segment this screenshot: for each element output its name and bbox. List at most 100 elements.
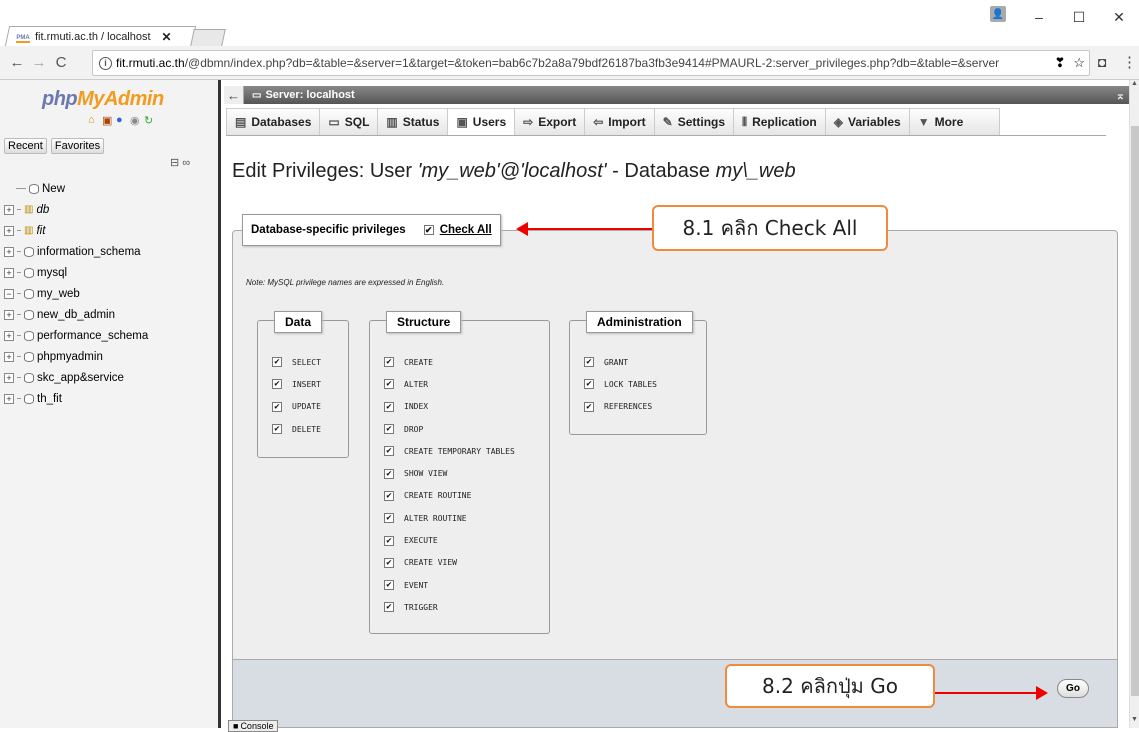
- phpmyadmin-logo[interactable]: phpMyAdmin: [42, 88, 164, 111]
- forward-arrow-icon[interactable]: →: [28, 52, 50, 74]
- privilege-checkbox[interactable]: ✔: [384, 401, 394, 412]
- tree-item[interactable]: + ▥ db: [4, 199, 148, 220]
- reload-nav-icon[interactable]: ↻: [144, 114, 155, 127]
- privilege-row[interactable]: ✔ INDEX: [384, 396, 515, 418]
- tab-more[interactable]: ▼ More: [908, 108, 1001, 136]
- privilege-row[interactable]: ✔ CREATE ROUTINE: [384, 485, 515, 507]
- tree-item[interactable]: + ▥ fit: [4, 220, 148, 241]
- expand-toggle-icon[interactable]: +: [4, 246, 14, 257]
- privilege-checkbox[interactable]: ✔: [272, 379, 282, 390]
- privilege-row[interactable]: ✔ ALTER: [384, 373, 515, 395]
- privilege-checkbox[interactable]: ✔: [272, 424, 282, 435]
- url-field[interactable]: i fit.rmuti.ac.th/@dbmn/index.php?db=&ta…: [92, 50, 1090, 76]
- server-breadcrumb[interactable]: ▭ Server: localhost: [244, 89, 355, 101]
- logout-icon[interactable]: ▣: [102, 114, 113, 127]
- tree-item[interactable]: + mysql: [4, 262, 148, 283]
- check-all-control[interactable]: ✔ Check All: [423, 224, 492, 236]
- privilege-row[interactable]: ✔ CREATE TEMPORARY TABLES: [384, 440, 515, 462]
- check-all-checkbox[interactable]: ✔: [423, 225, 434, 235]
- privilege-checkbox[interactable]: ✔: [384, 602, 394, 613]
- browser-menu-icon[interactable]: ⋮: [1122, 53, 1137, 71]
- tab-replication[interactable]: ⫴ Replication: [733, 108, 825, 136]
- tree-item[interactable]: − my_web: [4, 283, 148, 304]
- tree-item[interactable]: New: [4, 178, 148, 199]
- expand-toggle-icon[interactable]: −: [4, 288, 14, 299]
- home-icon[interactable]: ⌂: [88, 114, 99, 126]
- console-toggle[interactable]: ■ Console: [228, 720, 279, 732]
- check-all-label[interactable]: Check All: [440, 224, 492, 236]
- expand-toggle-icon[interactable]: +: [4, 225, 14, 236]
- tree-item[interactable]: + performance_schema: [4, 325, 148, 346]
- go-button[interactable]: Go: [1057, 679, 1089, 698]
- privilege-checkbox[interactable]: ✔: [384, 379, 394, 390]
- expand-toggle-icon[interactable]: +: [4, 351, 14, 362]
- tree-item[interactable]: + skc_app&service: [4, 367, 148, 388]
- bookmark-star-icon[interactable]: ☆: [1073, 55, 1085, 71]
- privilege-row[interactable]: ✔ GRANT: [584, 351, 657, 373]
- privilege-checkbox[interactable]: ✔: [584, 357, 594, 368]
- privilege-checkbox[interactable]: ✔: [272, 357, 282, 368]
- privilege-row[interactable]: ✔ DELETE: [272, 418, 321, 440]
- privilege-row[interactable]: ✔ CREATE VIEW: [384, 552, 515, 574]
- maximize-icon[interactable]: ☐: [1059, 2, 1099, 32]
- expand-toggle-icon[interactable]: +: [4, 393, 14, 404]
- tab-close-icon[interactable]: ✕: [162, 30, 172, 44]
- browser-tab-content[interactable]: PMA fit.rmuti.ac.th / localhost ✕: [16, 29, 172, 45]
- minimize-icon[interactable]: –: [1019, 2, 1059, 32]
- back-arrow-icon[interactable]: ←: [6, 52, 28, 74]
- reload-icon[interactable]: C: [50, 52, 72, 74]
- recent-button[interactable]: Recent: [4, 138, 47, 154]
- privilege-row[interactable]: ✔ SELECT: [272, 351, 321, 373]
- camera-icon[interactable]: ◘: [1098, 54, 1106, 70]
- privilege-checkbox[interactable]: ✔: [584, 401, 594, 412]
- tree-item[interactable]: + phpmyadmin: [4, 346, 148, 367]
- privilege-checkbox[interactable]: ✔: [384, 468, 394, 479]
- tree-item[interactable]: + information_schema: [4, 241, 148, 262]
- favorites-button[interactable]: Favorites: [50, 138, 105, 154]
- collapse-link-icons[interactable]: ⊟ ∞: [170, 156, 190, 169]
- tree-item[interactable]: + new_db_admin: [4, 304, 148, 325]
- privilege-checkbox[interactable]: ✔: [272, 401, 282, 412]
- privilege-checkbox[interactable]: ✔: [384, 446, 394, 457]
- privilege-checkbox[interactable]: ✔: [384, 490, 394, 501]
- tree-item[interactable]: + th_fit: [4, 388, 148, 409]
- privilege-row[interactable]: ✔ ALTER ROUTINE: [384, 507, 515, 529]
- extension-icon[interactable]: ❣: [1054, 55, 1065, 71]
- privilege-row[interactable]: ✔ EXECUTE: [384, 529, 515, 551]
- scroll-up-icon[interactable]: ▲: [1131, 80, 1138, 87]
- tab-settings[interactable]: ✎ Settings: [653, 108, 734, 136]
- expand-toggle-icon[interactable]: +: [4, 267, 14, 278]
- tab-export[interactable]: ⇨ Export: [514, 108, 585, 136]
- privilege-row[interactable]: ✔ EVENT: [384, 574, 515, 596]
- collapse-top-icon[interactable]: ⌅: [1116, 89, 1125, 102]
- tab-variables[interactable]: ◈ Variables: [824, 108, 909, 136]
- help-icon[interactable]: ●: [116, 114, 127, 126]
- privilege-row[interactable]: ✔ REFERENCES: [584, 396, 657, 418]
- scrollbar-thumb[interactable]: [1131, 126, 1139, 696]
- tab-users[interactable]: ▣ Users: [447, 108, 515, 136]
- privilege-checkbox[interactable]: ✔: [384, 513, 394, 524]
- info-icon[interactable]: i: [99, 56, 112, 70]
- privilege-row[interactable]: ✔ CREATE: [384, 351, 515, 373]
- privilege-checkbox[interactable]: ✔: [384, 535, 394, 546]
- privilege-row[interactable]: ✔ TRIGGER: [384, 596, 515, 618]
- scroll-down-icon[interactable]: ▼: [1131, 716, 1138, 723]
- privilege-row[interactable]: ✔ DROP: [384, 418, 515, 440]
- tab-status[interactable]: ▥ Status: [377, 108, 448, 136]
- new-tab-button[interactable]: [190, 29, 226, 46]
- privilege-row[interactable]: ✔ INSERT: [272, 373, 321, 395]
- close-window-icon[interactable]: ✕: [1099, 2, 1139, 32]
- expand-toggle-icon[interactable]: +: [4, 330, 14, 341]
- collapse-nav-arrow-icon[interactable]: ←: [224, 86, 244, 104]
- privilege-checkbox[interactable]: ✔: [384, 424, 394, 435]
- privilege-row[interactable]: ✔ UPDATE: [272, 396, 321, 418]
- expand-toggle-icon[interactable]: +: [4, 204, 14, 215]
- privilege-row[interactable]: ✔ SHOW VIEW: [384, 462, 515, 484]
- page-scrollbar[interactable]: ▲ ▼: [1129, 80, 1139, 728]
- expand-toggle-icon[interactable]: +: [4, 309, 14, 320]
- tab-import[interactable]: ⇦ Import: [584, 108, 654, 136]
- privilege-row[interactable]: ✔ LOCK TABLES: [584, 373, 657, 395]
- privilege-checkbox[interactable]: ✔: [384, 557, 394, 568]
- privilege-checkbox[interactable]: ✔: [384, 580, 394, 591]
- tab-databases[interactable]: ▤ Databases: [226, 108, 320, 136]
